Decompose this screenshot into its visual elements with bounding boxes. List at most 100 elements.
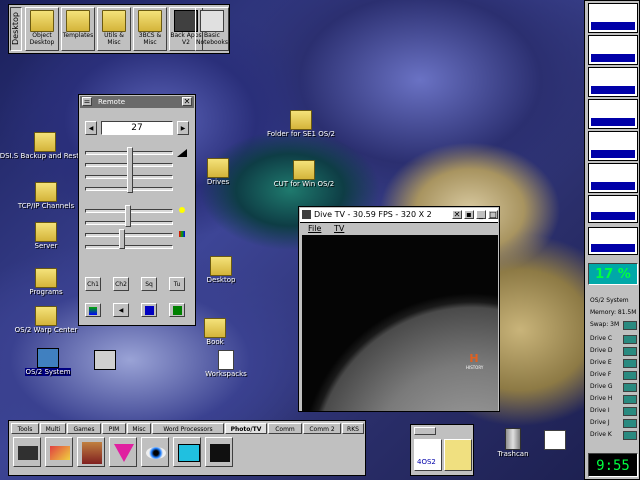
tv-icon xyxy=(178,444,200,462)
drive-row[interactable]: Drive G xyxy=(588,381,638,392)
film-icon xyxy=(210,444,230,462)
triangle-app-button[interactable] xyxy=(109,437,137,467)
tab-word-processors[interactable]: Word Processors xyxy=(152,423,224,434)
desktop-icon-drives[interactable]: Drives xyxy=(196,158,240,186)
desktop-icon-tcpip[interactable]: TCP/IP Channels xyxy=(6,182,86,210)
mute-button[interactable]: ◀ xyxy=(113,303,129,317)
close-button[interactable]: ✕ xyxy=(452,210,462,219)
gift-icon[interactable] xyxy=(544,430,566,450)
utility-button[interactable] xyxy=(444,439,472,471)
desktop-icon-desktop[interactable]: Desktop xyxy=(196,256,246,284)
mini-window[interactable] xyxy=(588,35,638,65)
drive-row[interactable]: Drive K xyxy=(588,429,638,440)
paint-app-button[interactable] xyxy=(45,437,73,467)
remote-title: Remote xyxy=(98,98,126,106)
tab-misc[interactable]: Misc xyxy=(127,423,151,434)
tab-tools[interactable]: Tools xyxy=(11,423,39,434)
drive-row[interactable]: Drive F xyxy=(588,369,638,380)
blue-button[interactable] xyxy=(141,303,157,317)
picture-icon xyxy=(89,307,97,315)
tab-photo-tv[interactable]: Photo/TV xyxy=(225,423,267,434)
desktop-icon-server[interactable]: Server xyxy=(10,222,82,250)
mini-launchpad-handle[interactable] xyxy=(414,427,436,435)
mini-window[interactable] xyxy=(588,195,638,223)
tab-comm-2[interactable]: Comm 2 xyxy=(303,423,341,434)
mini-window[interactable] xyxy=(588,67,638,97)
desktop-icon-warp-center[interactable]: OS/2 Warp Center xyxy=(8,306,84,334)
mini-launchpad: 4OS2 xyxy=(410,424,474,476)
picture-button[interactable] xyxy=(85,303,101,317)
desktop-icon-backup[interactable]: DSI.S Backup and Restore xyxy=(0,132,90,160)
launchpad-item-utils[interactable]: Utils & Misc xyxy=(97,7,131,51)
system-menu-icon[interactable]: = xyxy=(82,97,92,106)
mini-window[interactable] xyxy=(588,3,638,33)
mini-window[interactable] xyxy=(588,227,638,255)
volume-icon xyxy=(177,149,187,157)
mini-window[interactable] xyxy=(588,163,638,193)
remote-button-sq[interactable]: Sq xyxy=(141,277,157,291)
desktop-icon-programs[interactable]: Programs xyxy=(10,268,82,296)
desktop-icon-folder-se1[interactable]: Folder for SE1 OS/2 xyxy=(258,110,344,138)
remote-titlebar[interactable]: = Remote ✕ xyxy=(80,96,194,108)
drive-row[interactable]: Drive H xyxy=(588,393,638,404)
desktop-icon-book[interactable]: Book xyxy=(198,318,232,346)
close-button[interactable]: ✕ xyxy=(182,97,192,106)
launchpad-item-3bcs[interactable]: 3BCS & Misc xyxy=(133,7,167,51)
camera-icon xyxy=(18,446,38,460)
green-square-icon xyxy=(172,306,182,315)
drive-row[interactable]: Drive E xyxy=(588,357,638,368)
drive-row[interactable]: Drive I xyxy=(588,405,638,416)
system-label[interactable]: OS/2 System xyxy=(588,295,638,306)
tab-launchpad: Tools Multi Games PIM Misc Word Processo… xyxy=(8,420,366,476)
tv-app-button[interactable] xyxy=(173,437,201,467)
minimize-button[interactable]: _ xyxy=(476,210,486,219)
drive-row[interactable]: Drive C xyxy=(588,333,638,344)
maximize-button[interactable]: □ xyxy=(488,210,498,219)
tab-comm[interactable]: Comm xyxy=(268,423,302,434)
tab-rks[interactable]: RKS xyxy=(342,423,364,434)
tab-games[interactable]: Games xyxy=(67,423,101,434)
4os2-button[interactable]: 4OS2 xyxy=(414,439,442,471)
hide-button[interactable]: ▪ xyxy=(464,210,474,219)
remote-button-ch2[interactable]: Ch2 xyxy=(113,277,129,291)
tab-pim[interactable]: PIM xyxy=(102,423,126,434)
desktop-icon-os2-system[interactable]: OS/2 System xyxy=(20,348,76,376)
launchpad-tab[interactable]: Desktop xyxy=(10,7,22,51)
tab-multi[interactable]: Multi xyxy=(40,423,66,434)
mini-window[interactable] xyxy=(588,99,638,129)
folder-icon xyxy=(290,110,312,130)
folder-icon xyxy=(210,256,232,276)
desktop-icon-trashcan[interactable]: Trashcan xyxy=(494,428,532,458)
channel-up-button[interactable]: ▶ xyxy=(177,121,189,135)
drive-row[interactable]: Drive D xyxy=(588,345,638,356)
desktop-icon-network[interactable] xyxy=(92,350,118,370)
folder-icon xyxy=(102,10,126,32)
portrait-app-button[interactable] xyxy=(77,437,105,467)
film-app-button[interactable] xyxy=(205,437,233,467)
folder-icon xyxy=(35,268,57,288)
desktop-icon-workspacks[interactable]: Workspacks xyxy=(196,350,256,378)
menu-tv[interactable]: TV xyxy=(334,223,344,234)
drive-row[interactable]: Drive J xyxy=(588,417,638,428)
dive-titlebar[interactable]: Dive TV - 30.59 FPS - 320 X 2 ✕ ▪ _ □ xyxy=(300,208,498,223)
swap-readout: Swap: 3M xyxy=(588,319,638,330)
folder-icon xyxy=(30,10,54,32)
remote-button-tu[interactable]: Tu xyxy=(169,277,185,291)
launchpad-item-object-desktop[interactable]: Object Desktop xyxy=(25,7,59,51)
eye-app-button[interactable] xyxy=(141,437,169,467)
camera-app-button[interactable] xyxy=(13,437,41,467)
brightness-slider-handle[interactable] xyxy=(125,205,131,227)
mini-window[interactable] xyxy=(588,131,638,161)
launchpad: Desktop Object Desktop Templates Utils &… xyxy=(8,4,230,54)
channel-down-button[interactable]: ◀ xyxy=(85,121,97,135)
remote-button-ch1[interactable]: Ch1 xyxy=(85,277,101,291)
folder-icon xyxy=(35,182,57,202)
launchpad-item-templates[interactable]: Templates xyxy=(61,7,95,51)
contrast-slider-handle[interactable] xyxy=(119,229,125,249)
menu-file[interactable]: File xyxy=(308,223,321,234)
slider-track xyxy=(85,233,173,237)
desktop-icon-cut[interactable]: CUT for Win OS/2 xyxy=(262,160,346,188)
volume-slider-handle[interactable] xyxy=(127,147,133,193)
green-button[interactable] xyxy=(169,303,185,317)
launchpad-item-notebooks[interactable]: Basic Notebooks xyxy=(195,7,229,51)
